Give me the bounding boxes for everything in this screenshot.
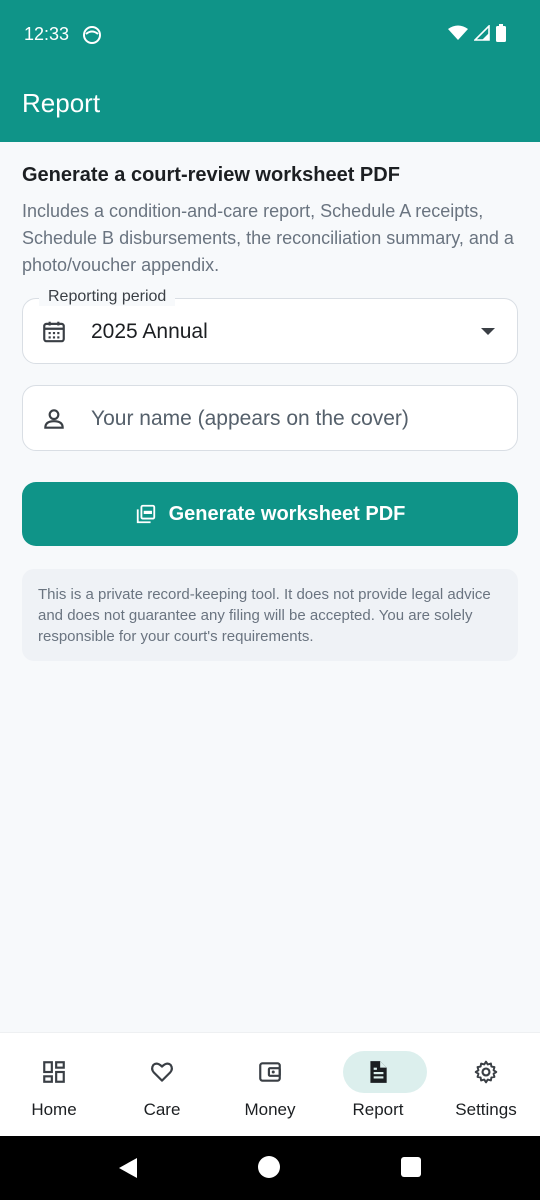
system-icons <box>448 24 506 42</box>
legal-disclaimer: This is a private record-keeping tool. I… <box>22 569 518 661</box>
reporting-period-label: Reporting period <box>39 288 176 306</box>
person-icon <box>44 409 64 429</box>
page-title: Report <box>22 88 101 118</box>
section-description: Includes a condition-and-care report, Sc… <box>22 201 514 275</box>
section-heading: Generate a court-review worksheet PDF <box>22 164 400 186</box>
dropdown-arrow-icon <box>481 328 495 335</box>
system-navigation-bar <box>0 1136 540 1200</box>
app-bar: Report <box>0 70 540 142</box>
name-input[interactable] <box>91 400 501 438</box>
nav-item-settings[interactable]: Settings <box>432 1033 540 1137</box>
nav-item-home[interactable]: Home <box>0 1033 108 1137</box>
nav-item-report[interactable]: Report <box>324 1033 432 1137</box>
recent-apps-icon[interactable] <box>401 1157 421 1177</box>
wifi-icon <box>448 25 468 40</box>
notification-app-icon <box>83 26 101 44</box>
dashboard-icon <box>43 1061 65 1083</box>
nav-item-care[interactable]: Care <box>108 1033 216 1137</box>
nav-item-money[interactable]: Money <box>216 1033 324 1137</box>
heart-icon <box>151 1062 173 1082</box>
nav-label-settings: Settings <box>455 1100 517 1119</box>
pdf-icon <box>136 504 155 524</box>
generate-button-label: Generate worksheet PDF <box>168 502 406 525</box>
calendar-icon <box>43 321 65 343</box>
generate-worksheet-button[interactable]: Generate worksheet PDF <box>22 482 518 546</box>
name-field[interactable] <box>22 385 518 451</box>
nav-label-home: Home <box>31 1100 77 1119</box>
wallet-icon <box>259 1062 281 1082</box>
status-bar: 12:33 <box>0 0 540 70</box>
battery-icon <box>496 24 506 42</box>
nav-label-care: Care <box>143 1100 181 1119</box>
cell-signal-icon <box>474 25 490 41</box>
nav-label-money: Money <box>244 1100 296 1119</box>
back-icon[interactable] <box>118 1158 138 1178</box>
document-icon <box>370 1061 387 1083</box>
status-time: 12:33 <box>24 24 70 44</box>
gear-icon <box>474 1060 498 1084</box>
home-icon[interactable] <box>258 1156 280 1178</box>
nav-label-report: Report <box>352 1100 404 1119</box>
reporting-period-dropdown[interactable]: Reporting period 2025 Annual <box>22 288 518 364</box>
bottom-navigation: Home Care Money Report Settings <box>0 1032 540 1136</box>
reporting-period-value: 2025 Annual <box>91 320 208 343</box>
